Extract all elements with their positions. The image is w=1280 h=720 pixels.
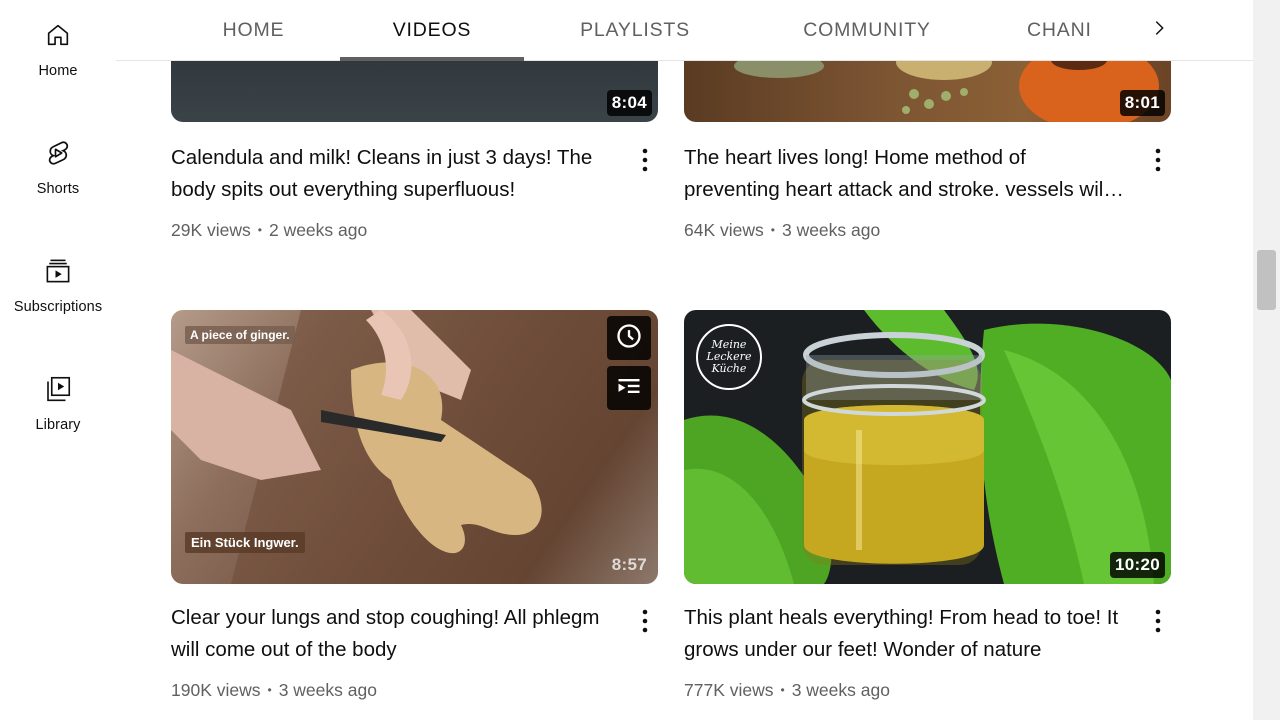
upload-age: 3 weeks ago <box>791 680 890 700</box>
upload-age: 2 weeks ago <box>268 220 368 240</box>
tab-community[interactable]: COMMUNITY <box>783 0 951 61</box>
logo-text: Meine Leckere Küche <box>706 338 752 375</box>
subscriptions-icon <box>43 256 73 286</box>
guide-item-home[interactable]: Home <box>0 0 116 90</box>
home-icon <box>43 20 73 50</box>
view-count: 29K views <box>171 220 251 240</box>
more-actions-button[interactable] <box>1146 144 1170 180</box>
separator: • <box>267 683 272 697</box>
guide-label-shorts: Shorts <box>36 181 80 197</box>
video-card: A piece of ginger. Ein Stück Ingwer. 8:5… <box>171 310 658 710</box>
channel-tabs: HOME VIDEOS PLAYLISTS COMMUNITY CHANI <box>116 0 1253 61</box>
duration-badge: 8:01 <box>1119 90 1165 116</box>
mini-guide: Home Shorts Subscriptions Library <box>0 0 116 720</box>
guide-label-library: Library <box>35 417 81 433</box>
video-thumbnail[interactable]: Meine Leckere Küche 10:20 <box>684 310 1171 584</box>
upload-age: 3 weeks ago <box>781 220 881 240</box>
tab-playlists[interactable]: PLAYLISTS <box>563 0 707 61</box>
more-vert-icon <box>1155 147 1161 178</box>
video-metadata: 777K views • 3 weeks ago <box>684 680 890 701</box>
view-count: 64K views <box>684 220 764 240</box>
duration-badge: 10:20 <box>1110 552 1165 578</box>
page-scrollbar[interactable] <box>1253 0 1280 720</box>
scrollbar-thumb[interactable] <box>1257 250 1276 310</box>
video-title[interactable]: The heart lives long! Home method of pre… <box>684 142 1124 206</box>
guide-item-library[interactable]: Library <box>0 354 116 444</box>
chevron-right-icon <box>1148 17 1170 44</box>
library-icon <box>43 374 73 404</box>
video-metadata: 190K views • 3 weeks ago <box>171 680 377 701</box>
video-title[interactable]: Clear your lungs and stop coughing! All … <box>171 602 611 666</box>
tab-videos[interactable]: VIDEOS <box>340 0 524 61</box>
separator: • <box>770 223 775 237</box>
tab-home[interactable]: HOME <box>206 0 301 61</box>
more-vert-icon <box>1155 608 1161 639</box>
more-actions-button[interactable] <box>633 144 657 180</box>
upload-age: 3 weeks ago <box>278 680 377 700</box>
guide-item-shorts[interactable]: Shorts <box>0 118 116 208</box>
more-actions-button[interactable] <box>1146 605 1170 641</box>
guide-label-subscriptions: Subscriptions <box>13 299 103 315</box>
add-to-queue-button[interactable] <box>607 366 651 410</box>
guide-item-subscriptions[interactable]: Subscriptions <box>0 236 116 326</box>
clock-icon <box>615 322 643 355</box>
video-card: Meine Leckere Küche 10:20 This plant hea… <box>684 310 1171 710</box>
duration-badge: 8:04 <box>606 90 652 116</box>
separator: • <box>257 223 262 237</box>
watch-later-button[interactable] <box>607 316 651 360</box>
tab-channels[interactable]: CHANI <box>1027 0 1111 61</box>
video-title[interactable]: This plant heals everything! From head t… <box>684 602 1124 666</box>
video-metadata: 29K views • 2 weeks ago <box>171 220 367 241</box>
video-title[interactable]: Calendula and milk! Cleans in just 3 day… <box>171 142 611 206</box>
view-count: 777K views <box>684 680 774 700</box>
more-vert-icon <box>642 608 648 639</box>
video-thumbnail[interactable]: A piece of ginger. Ein Stück Ingwer. 8:5… <box>171 310 658 584</box>
add-to-queue-icon <box>615 372 643 405</box>
duration-badge: 8:57 <box>611 555 647 574</box>
caption-bottom: Ein Stück Ingwer. <box>185 532 305 553</box>
separator: • <box>780 683 785 697</box>
caption-top: A piece of ginger. <box>185 326 295 344</box>
shorts-icon <box>43 138 73 168</box>
more-actions-button[interactable] <box>633 605 657 641</box>
tabs-next-button[interactable] <box>1138 9 1180 51</box>
more-vert-icon <box>642 147 648 178</box>
channel-logo: Meine Leckere Küche <box>696 324 762 390</box>
guide-label-home: Home <box>38 63 78 79</box>
video-metadata: 64K views • 3 weeks ago <box>684 220 880 241</box>
view-count: 190K views <box>171 680 261 700</box>
